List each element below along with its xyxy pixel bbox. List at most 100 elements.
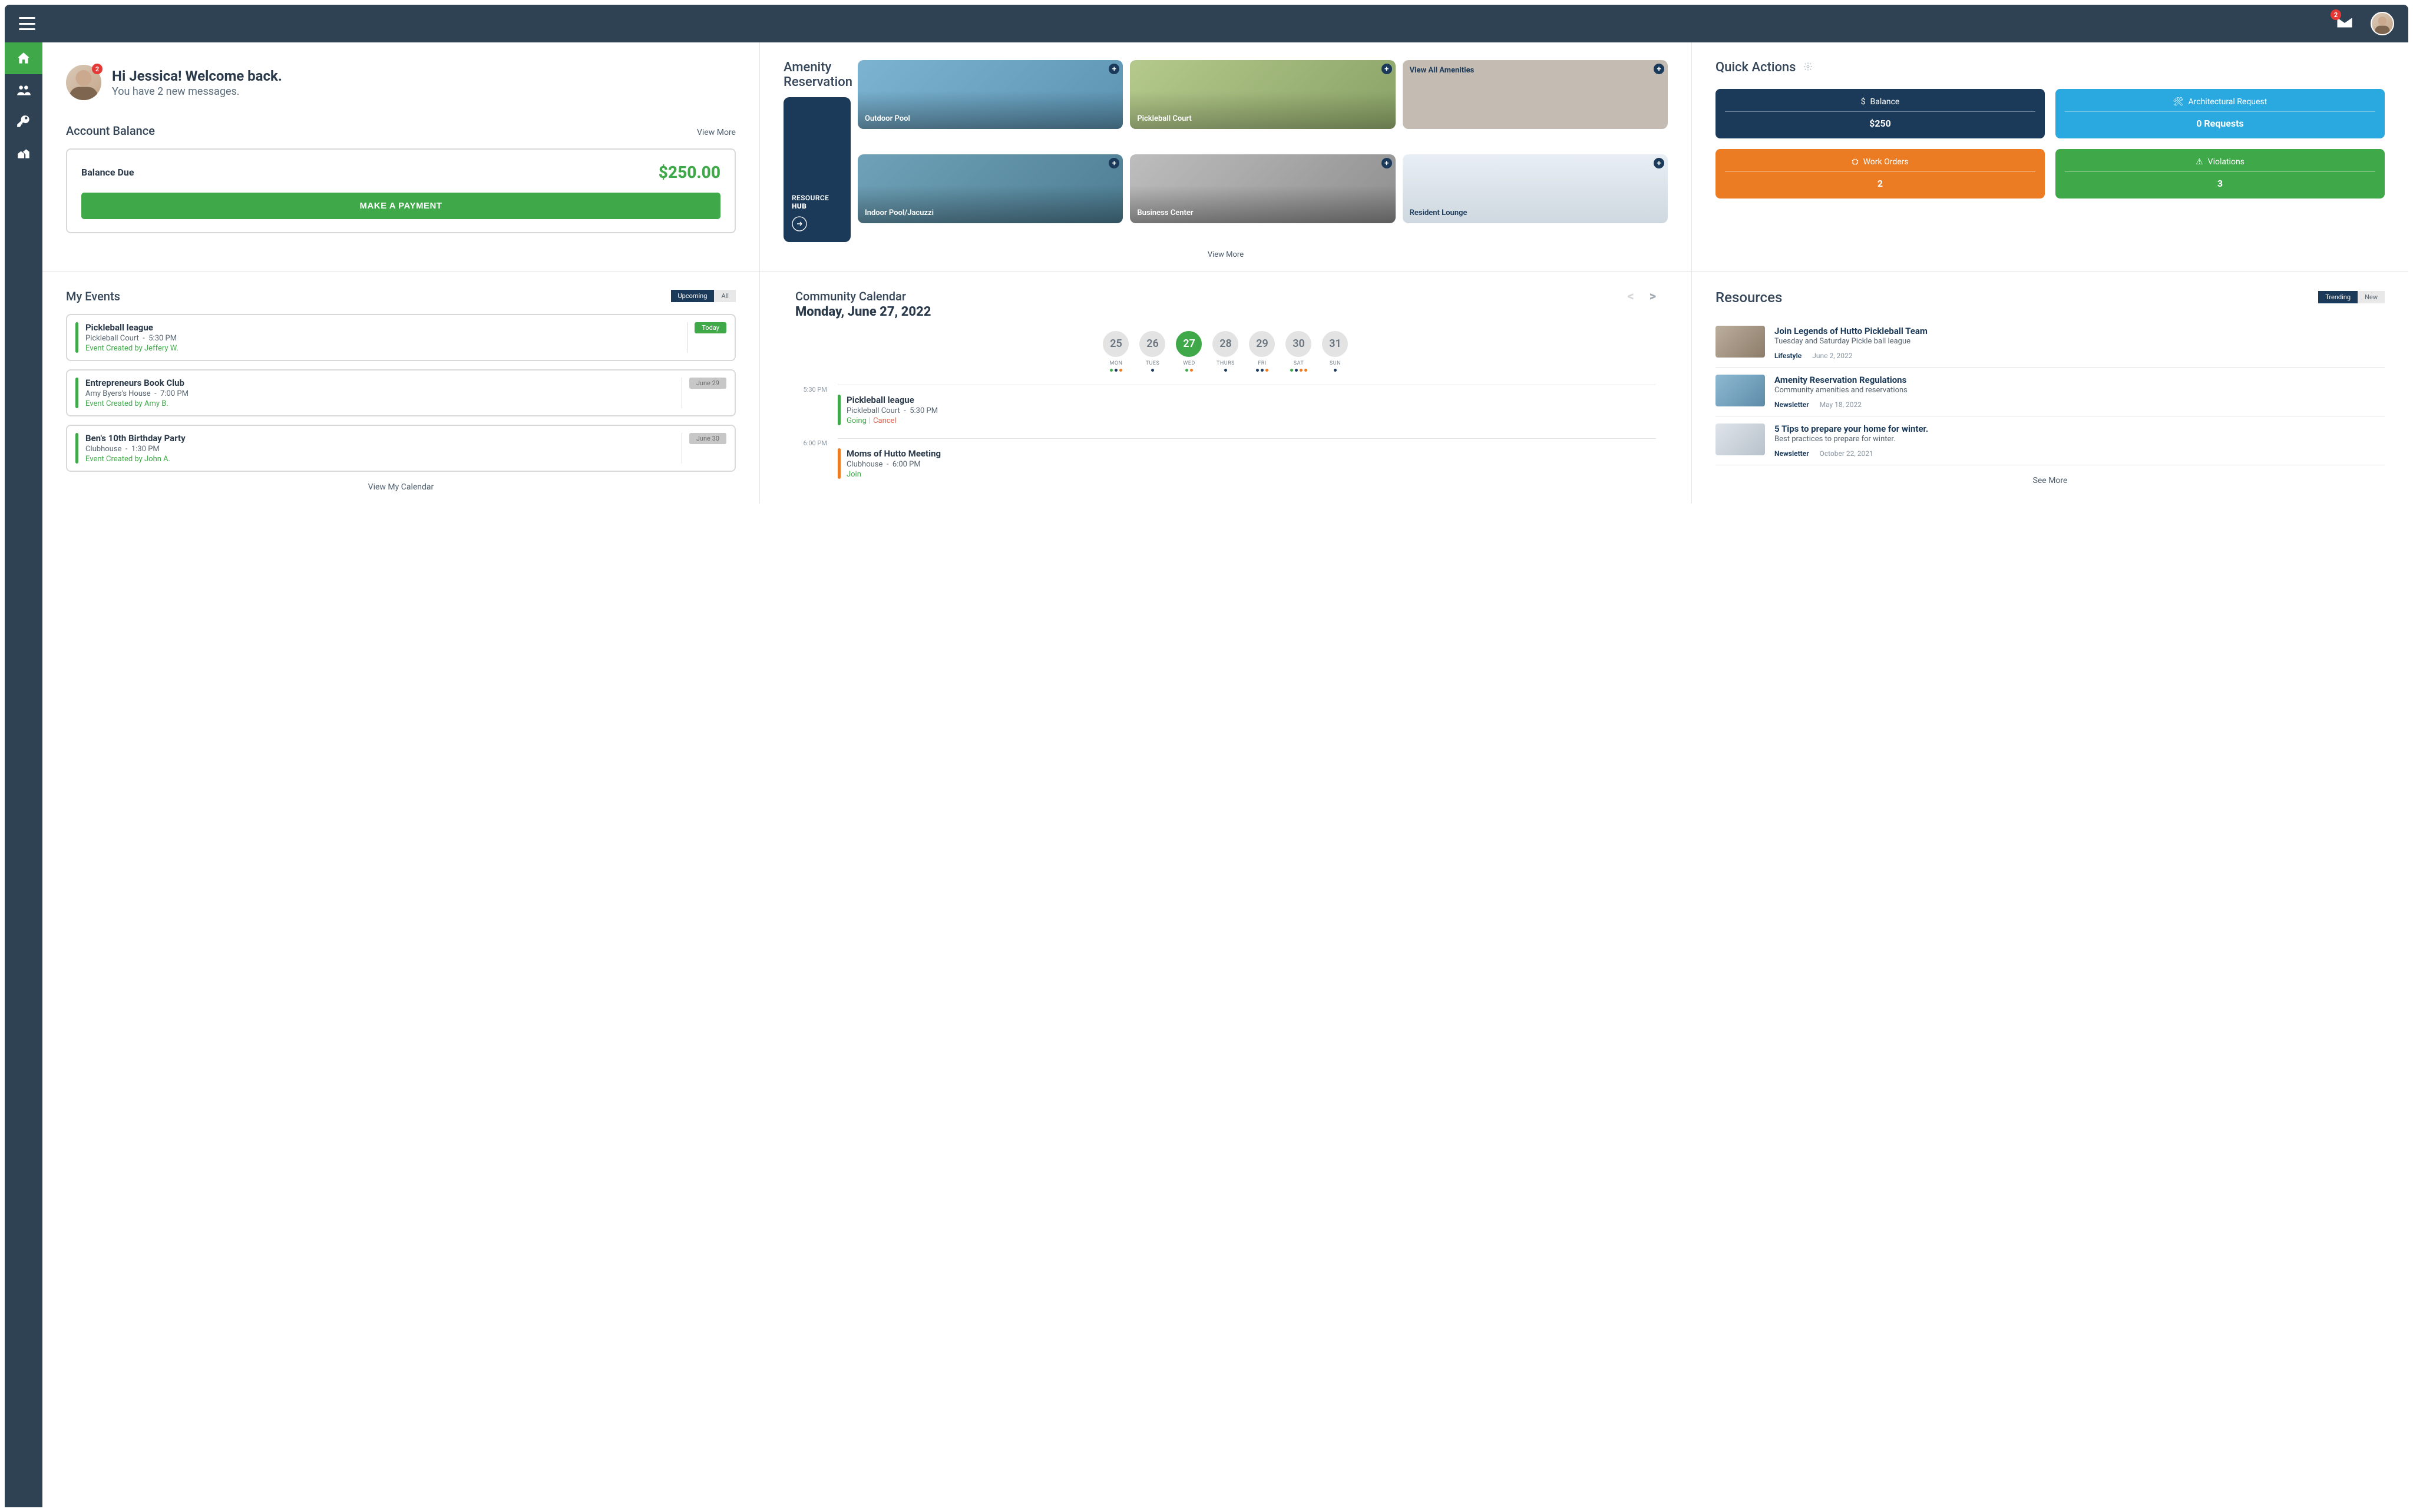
event-subtitle: Pickleball Court - 5:30 PM <box>85 334 680 343</box>
calendar-date: Monday, June 27, 2022 <box>795 305 931 319</box>
quick-action-work-orders[interactable]: ⛭Work Orders 2 <box>1715 149 2045 198</box>
plus-icon[interactable]: + <box>1109 158 1119 168</box>
event-creator: Event Created by John A. <box>85 455 675 464</box>
action-join[interactable]: Join <box>847 470 861 479</box>
resource-subtitle: Tuesday and Saturday Pickle ball league <box>1774 337 1928 346</box>
event-card[interactable]: Pickleball league Pickleball Court - 5:3… <box>66 314 736 361</box>
calendar-day[interactable]: 30 SAT <box>1285 331 1311 372</box>
messages-icon[interactable]: 2 <box>2335 13 2354 34</box>
balance-heading: Account Balance <box>66 124 155 138</box>
quick-action-balance[interactable]: $Balance $250 <box>1715 89 2045 138</box>
calendar-next[interactable]: > <box>1650 289 1656 304</box>
plus-icon[interactable]: + <box>1654 64 1664 74</box>
calendar-event[interactable]: Moms of Hutto Meeting Clubhouse - 6:00 P… <box>838 448 1656 479</box>
calendar-day[interactable]: 29 FRI <box>1249 331 1275 372</box>
amenity-card-pickleball[interactable]: +Pickleball Court <box>1130 60 1395 129</box>
resources-toggle: Trending New <box>2318 291 2385 303</box>
resource-item[interactable]: Join Legends of Hutto Pickleball Team Tu… <box>1715 319 2385 368</box>
make-payment-button[interactable]: MAKE A PAYMENT <box>81 193 720 219</box>
resource-title: Amenity Reservation Regulations <box>1774 375 1908 385</box>
panel-resources: Resources Trending New Join Legends of H… <box>1691 272 2408 504</box>
resource-title: Join Legends of Hutto Pickleball Team <box>1774 326 1928 336</box>
view-my-calendar-link[interactable]: View My Calendar <box>368 482 434 492</box>
tab-trending[interactable]: Trending <box>2318 291 2358 303</box>
event-card[interactable]: Entrepreneurs Book Club Amy Byers's Hous… <box>66 369 736 416</box>
resource-item[interactable]: 5 Tips to prepare your home for winter. … <box>1715 416 2385 465</box>
events-heading: My Events <box>66 289 120 303</box>
plus-icon[interactable]: + <box>1654 158 1664 168</box>
resource-tag: Lifestyle <box>1774 352 1802 360</box>
sidebar-item-key[interactable] <box>5 106 42 138</box>
time-label: 6:00 PM <box>795 438 827 479</box>
resource-thumbnail <box>1715 424 1765 455</box>
time-label: 5:30 PM <box>795 385 827 425</box>
sidebar <box>5 42 42 1507</box>
quick-action-architectural[interactable]: 🛠Architectural Request 0 Requests <box>2055 89 2385 138</box>
calendar-day[interactable]: 25 MON <box>1103 331 1129 372</box>
event-subtitle: Clubhouse - 1:30 PM <box>85 445 675 454</box>
calendar-heading: Community Calendar <box>795 289 931 303</box>
calendar-day[interactable]: 31 SUN <box>1322 331 1348 372</box>
calendar-day[interactable]: 28 THURS <box>1212 331 1238 372</box>
action-going[interactable]: Going <box>847 416 867 425</box>
notification-badge: 2 <box>2331 9 2341 20</box>
resource-item[interactable]: Amenity Reservation Regulations Communit… <box>1715 368 2385 416</box>
action-cancel[interactable]: Cancel <box>873 416 897 425</box>
amenity-card-lounge[interactable]: +Resident Lounge <box>1403 154 1668 223</box>
event-subtitle: Amy Byers's House - 7:00 PM <box>85 389 675 398</box>
event-date-badge: June 30 <box>689 433 726 444</box>
calendar-day[interactable]: 27 WED <box>1176 331 1202 372</box>
quick-actions-heading: Quick Actions <box>1715 60 1796 75</box>
plus-icon[interactable]: + <box>1381 158 1392 168</box>
event-card[interactable]: Ben's 10th Birthday Party Clubhouse - 1:… <box>66 425 736 472</box>
timeslot: 5:30 PM Pickleball league Pickleball Cou… <box>795 385 1656 425</box>
timeslot: 6:00 PM Moms of Hutto Meeting Clubhouse … <box>795 438 1656 479</box>
dollar-icon: $ <box>1861 97 1866 107</box>
plus-icon[interactable]: + <box>1109 64 1119 74</box>
menu-icon[interactable] <box>19 17 35 30</box>
resource-date: May 18, 2022 <box>1820 401 1862 409</box>
amenity-view-more[interactable]: View More <box>1208 250 1244 259</box>
panel-calendar: Community Calendar Monday, June 27, 2022… <box>759 272 1691 504</box>
sidebar-item-home[interactable] <box>5 42 42 74</box>
resources-see-more[interactable]: See More <box>2033 476 2068 485</box>
amenity-card-view-all[interactable]: +View All Amenities <box>1403 60 1668 129</box>
calendar-event[interactable]: Pickleball league Pickleball Court - 5:3… <box>838 395 1656 425</box>
hammer-icon: 🛠 <box>2173 97 2184 107</box>
panel-account: 2 Hi Jessica! Welcome back. You have 2 n… <box>42 42 759 271</box>
tab-all[interactable]: All <box>714 290 736 302</box>
resource-subtitle: Community amenities and reservations <box>1774 386 1908 395</box>
sidebar-item-properties[interactable] <box>5 138 42 170</box>
resource-thumbnail <box>1715 326 1765 358</box>
warning-icon: ⚠ <box>2196 157 2203 167</box>
resource-tag: Newsletter <box>1774 401 1809 409</box>
welcome-badge: 2 <box>92 64 103 74</box>
amenity-card-business-center[interactable]: +Business Center <box>1130 154 1395 223</box>
quick-action-violations[interactable]: ⚠Violations 3 <box>2055 149 2385 198</box>
panel-my-events: My Events Upcoming All Pickleball league… <box>42 272 759 504</box>
tab-upcoming[interactable]: Upcoming <box>671 290 715 302</box>
balance-label: Balance Due <box>81 167 134 178</box>
balance-view-more[interactable]: View More <box>697 128 736 137</box>
resource-date: June 2, 2022 <box>1812 352 1852 360</box>
event-creator: Event Created by Amy B. <box>85 399 675 408</box>
user-avatar[interactable] <box>2371 12 2394 35</box>
welcome-greeting: Hi Jessica! Welcome back. <box>112 68 282 84</box>
welcome-sub: You have 2 new messages. <box>112 85 282 98</box>
event-title: Entrepreneurs Book Club <box>85 378 675 388</box>
plus-icon[interactable]: + <box>1381 64 1392 74</box>
resource-subtitle: Best practices to prepare for winter. <box>1774 435 1928 444</box>
gear-icon[interactable] <box>1803 62 1813 74</box>
resource-date: October 22, 2021 <box>1820 449 1873 458</box>
amenity-card-outdoor-pool[interactable]: +Outdoor Pool <box>858 60 1123 129</box>
calendar-day[interactable]: 26 TUES <box>1139 331 1165 372</box>
tab-new[interactable]: New <box>2358 291 2385 303</box>
amenity-card-indoor-pool[interactable]: +Indoor Pool/Jacuzzi <box>858 154 1123 223</box>
resource-title: 5 Tips to prepare your home for winter. <box>1774 424 1928 434</box>
panel-amenity: AmenityReservation RESOURCEHUB +Outdoor … <box>759 42 1691 271</box>
event-creator: Event Created by Jeffery W. <box>85 344 680 353</box>
resource-hub-button[interactable]: RESOURCEHUB <box>784 97 851 242</box>
calendar-prev[interactable]: < <box>1627 289 1634 304</box>
sidebar-item-people[interactable] <box>5 74 42 106</box>
event-date-badge: Today <box>695 322 726 333</box>
